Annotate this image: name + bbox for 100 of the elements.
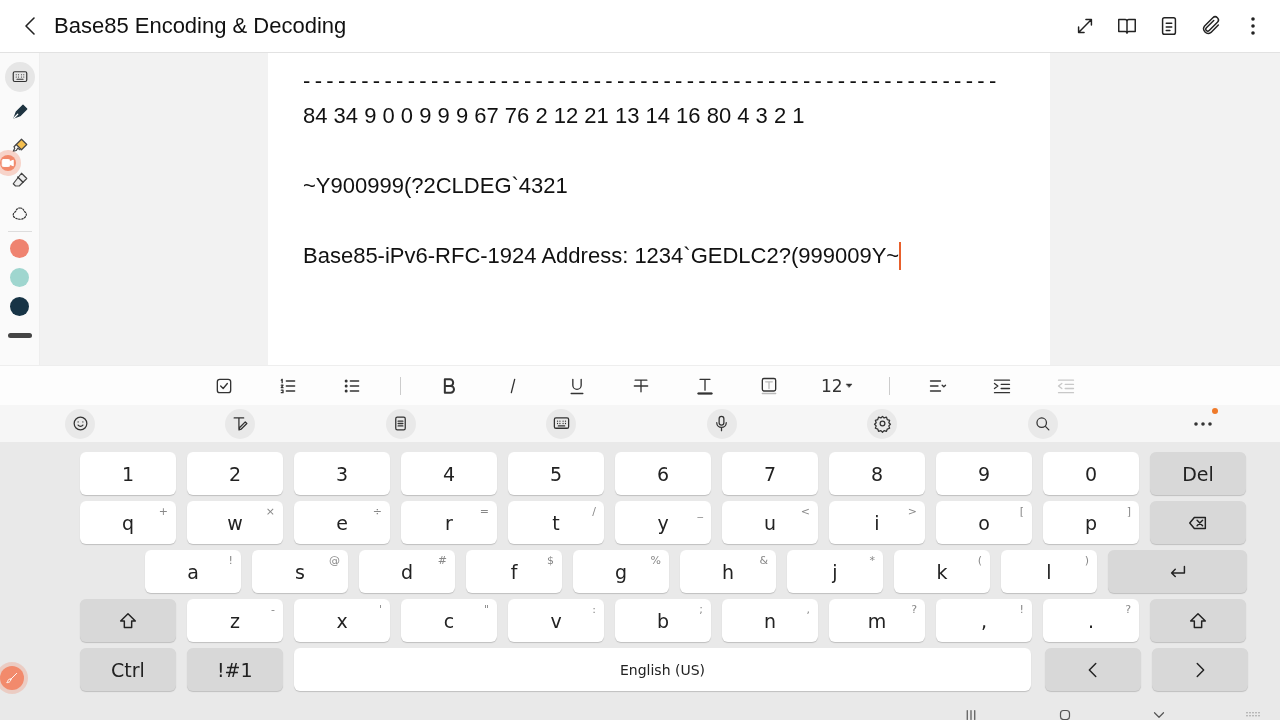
key[interactable]: 8	[829, 452, 925, 495]
key-hint: ,	[806, 603, 810, 616]
key-hint: )	[1084, 554, 1089, 567]
more-icon	[1193, 421, 1212, 426]
more-icon	[1251, 17, 1255, 35]
key[interactable]: n ,	[722, 599, 818, 642]
key[interactable]: a !	[145, 550, 241, 593]
key[interactable]: r =	[401, 501, 497, 544]
color-swatch[interactable]	[10, 297, 29, 316]
space-key[interactable]: English (US)	[293, 648, 1032, 691]
key[interactable]: m ?	[829, 599, 925, 642]
key[interactable]: , !	[936, 599, 1032, 642]
key-hint: '	[378, 603, 382, 616]
key[interactable]: k (	[894, 550, 990, 593]
key-hint: +	[158, 505, 168, 518]
window-title: Base85 Encoding & Decoding	[54, 13, 348, 39]
keyboard-button[interactable]	[546, 408, 577, 439]
text-background-icon	[759, 375, 779, 396]
key[interactable]: 7	[722, 452, 818, 495]
key[interactable]: !#1	[186, 648, 283, 691]
key[interactable]: g %	[573, 550, 669, 593]
key-hint: ?	[911, 603, 917, 616]
key-hint: :	[592, 603, 596, 616]
key-hint: *	[869, 554, 875, 567]
eraser-icon	[10, 171, 29, 189]
key[interactable]: q +	[80, 501, 176, 544]
video-camera-icon	[1, 156, 15, 170]
key-hint: $	[547, 554, 554, 567]
fountain-pen-icon	[10, 103, 29, 121]
highlighter-tool[interactable]	[10, 137, 29, 155]
clipboard-button[interactable]	[385, 408, 416, 439]
key-hint: <	[800, 505, 810, 518]
emoji-button[interactable]	[65, 408, 95, 439]
paperclip-icon	[1200, 15, 1222, 37]
key[interactable]: 0	[1043, 452, 1139, 495]
key[interactable]: Ctrl	[80, 648, 176, 691]
key[interactable]: x '	[294, 599, 390, 642]
key[interactable]: o [	[936, 501, 1032, 544]
microphone-button[interactable]	[706, 408, 737, 439]
key-hint: _	[697, 505, 703, 518]
pen-tool[interactable]	[10, 103, 29, 121]
key-hint: ;	[699, 603, 703, 616]
color-swatch[interactable]	[10, 268, 29, 287]
key[interactable]: w ×	[187, 501, 283, 544]
eraser-tool[interactable]	[10, 171, 29, 189]
key-hint: /	[592, 505, 596, 518]
key[interactable]: d #	[359, 550, 455, 593]
key[interactable]: 5	[508, 452, 604, 495]
key[interactable]: 4	[401, 452, 497, 495]
key[interactable]: 9	[936, 452, 1032, 495]
key[interactable]: . ?	[1043, 599, 1139, 642]
key-hint: =	[479, 505, 489, 518]
color-swatch[interactable]	[10, 239, 29, 258]
key[interactable]: j *	[787, 550, 883, 593]
key[interactable]: l )	[1001, 550, 1097, 593]
key[interactable]: 1	[80, 452, 176, 495]
key[interactable]: i >	[829, 501, 925, 544]
settings-button[interactable]	[867, 408, 898, 439]
key[interactable]: s @	[252, 550, 348, 593]
key[interactable]: z -	[187, 599, 283, 642]
key[interactable]: e ÷	[294, 501, 390, 544]
key-hint: %	[650, 554, 661, 567]
highlighter-icon	[10, 137, 29, 155]
key-hint: @	[329, 554, 340, 567]
key[interactable]: 2	[187, 452, 283, 495]
lasso-icon	[10, 205, 29, 223]
key[interactable]: p ]	[1043, 501, 1139, 544]
key-hint: (	[977, 554, 982, 567]
font-size-button[interactable]: 12	[821, 371, 853, 400]
key[interactable]: c "	[401, 599, 497, 642]
handwriting-button[interactable]	[225, 408, 256, 439]
key[interactable]: Del	[1150, 452, 1246, 495]
note-text: 84 34 9 0 0 9 9 9 67 76 2 12 21 13 14 16 80 4 3 2 1	[303, 102, 805, 129]
key[interactable]: 3	[294, 452, 390, 495]
note-text: Base85-iPv6-RFC-1924 Address: 1234`GEDLC2?(999009Y~	[303, 242, 900, 269]
keyboard-tool[interactable]	[4, 62, 35, 92]
text-cursor	[899, 241, 902, 270]
key-hint: "	[483, 603, 489, 616]
settings-icon	[872, 414, 892, 433]
note-text: ------------------------------------------------------------	[303, 67, 1001, 94]
key-hint: ÷	[372, 505, 382, 518]
key-hint: ×	[265, 505, 275, 518]
key[interactable]: t /	[508, 501, 604, 544]
drag-handle[interactable]	[7, 333, 32, 338]
key-hint: -	[271, 603, 275, 616]
key[interactable]: y _	[615, 501, 711, 544]
brush-icon	[5, 671, 19, 685]
key-hint: ]	[1126, 505, 1131, 518]
caret-icon	[844, 381, 853, 390]
key[interactable]: b ;	[615, 599, 711, 642]
search-button[interactable]	[1027, 408, 1058, 439]
lasso-tool[interactable]	[10, 205, 29, 223]
key[interactable]: f $	[466, 550, 562, 593]
key[interactable]: h &	[680, 550, 776, 593]
key[interactable]: 6	[615, 452, 711, 495]
key-hint: [	[1019, 505, 1024, 518]
note-text: ~Y900999(?2CLDEG`4321	[303, 172, 568, 199]
key[interactable]: u <	[722, 501, 818, 544]
key[interactable]: v :	[508, 599, 604, 642]
key-hint: !	[228, 554, 233, 567]
